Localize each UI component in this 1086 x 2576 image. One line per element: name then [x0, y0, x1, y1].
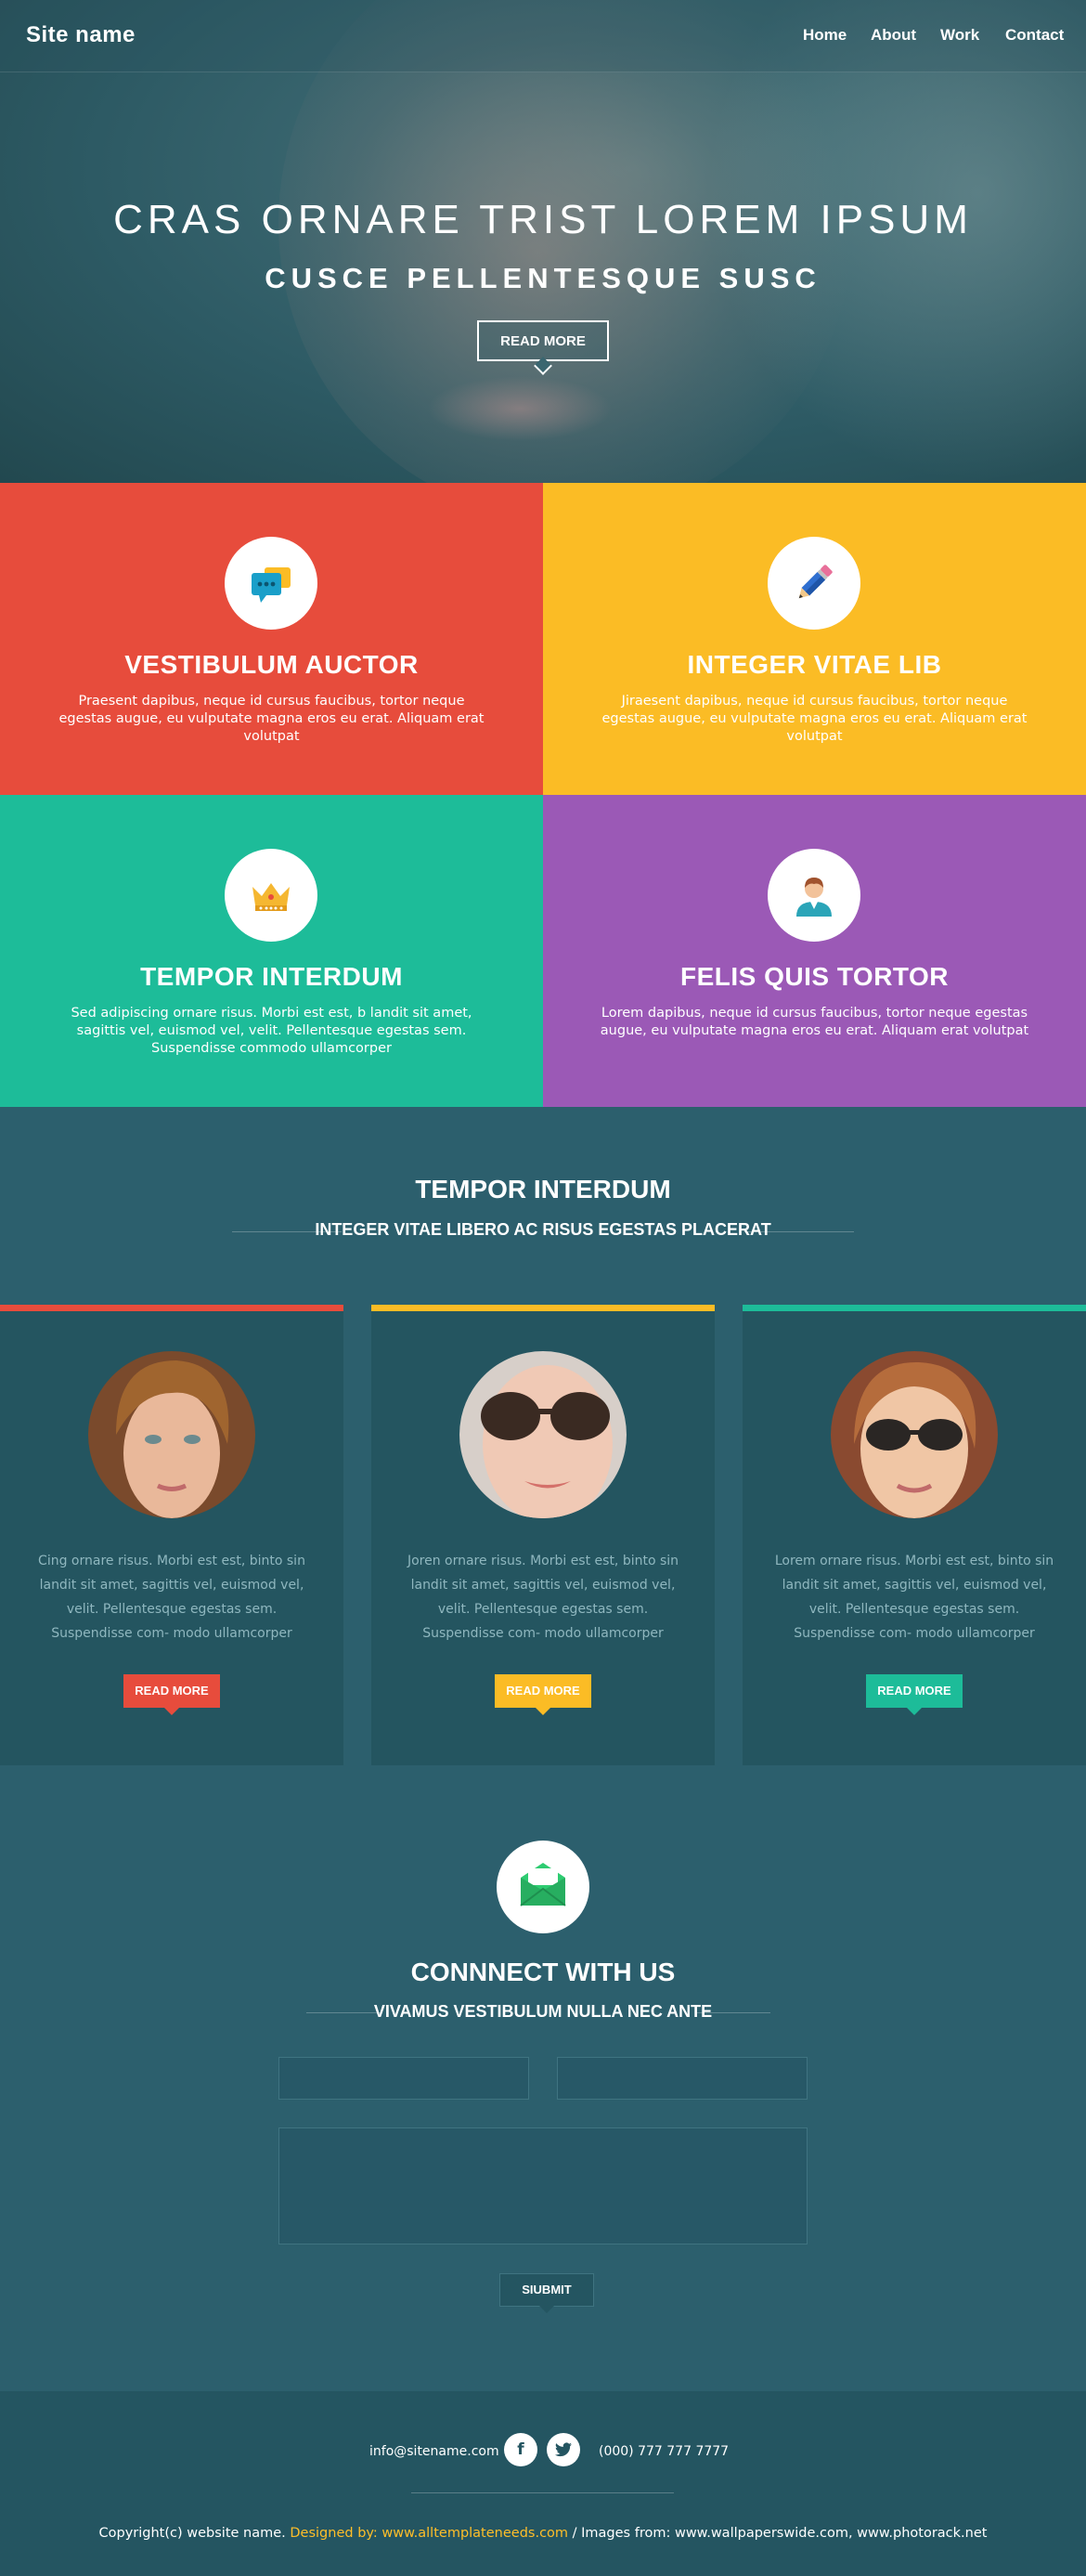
feature-text: Praesent dapibus, neque id cursus faucib… [58, 694, 485, 744]
nav-link-about[interactable]: About [871, 26, 916, 45]
feature-tile-2: INTEGER VITAE LIB Jiraesent dapibus, neq… [543, 483, 1086, 795]
footer-phone: (000) 777 777 7777 [599, 2444, 730, 2459]
chat-bubbles-icon [252, 567, 291, 603]
team-card-2: Joren ornare risus. Morbi est est, binto… [371, 1305, 715, 1765]
read-more-button[interactable]: READ MORE [866, 1674, 963, 1715]
nav-link-work[interactable]: Work [940, 26, 979, 45]
footer: info@sitename.com f (000) 777 777 7777 C… [0, 2391, 1086, 2576]
crown-icon [252, 883, 290, 911]
feature-tile-4: FELIS QUIS TORTOR Lorem dapibus, neque i… [543, 795, 1086, 1107]
feature-text: Jiraesent dapibus, neque id cursus fauci… [601, 694, 1028, 744]
submit-button[interactable]: SIUBMIT [499, 2273, 594, 2313]
feature-title: FELIS QUIS TORTOR [679, 962, 950, 991]
facebook-icon[interactable]: f [504, 2433, 537, 2466]
feature-text: Sed adipiscing ornare risus. Morbi est e… [71, 1006, 472, 1056]
twitter-icon[interactable] [547, 2433, 580, 2466]
feature-tile-3: TEMPOR INTERDUM Sed adipiscing ornare ri… [0, 795, 543, 1107]
team-section-subtitle: INTEGER VITAE LIBERO AC RISUS EGESTAS PL… [315, 1220, 771, 1239]
team-card-text: Joren ornare risus. Morbi est est, binto… [407, 1554, 679, 1641]
hero-subtitle: CUSCE PELLENTESQUE SUSC [265, 262, 821, 294]
feature-title: TEMPOR INTERDUM [140, 962, 403, 991]
user-icon [796, 878, 832, 917]
email-input[interactable] [557, 2057, 808, 2100]
team-card-text: Lorem ornare risus. Morbi est est, binto… [774, 1554, 1054, 1641]
team-card-text: Cing ornare risus. Morbi est est, binto … [38, 1554, 305, 1641]
nav-link-home[interactable]: Home [803, 26, 847, 45]
read-more-button[interactable]: READ MORE [123, 1674, 220, 1715]
divider [411, 2492, 674, 2493]
feature-title: VESTIBULUM AUCTOR [124, 650, 419, 679]
portrait-photo [831, 1351, 998, 1518]
feature-title: INTEGER VITAE LIB [687, 650, 942, 679]
team-section-title: TEMPOR INTERDUM [415, 1175, 671, 1203]
team-card-1: Cing ornare risus. Morbi est est, binto … [0, 1305, 343, 1765]
portrait-photo [459, 1351, 627, 1518]
site-name-logo[interactable]: Site name [26, 22, 136, 48]
footer-email[interactable]: info@sitename.com [369, 2444, 499, 2459]
envelope-circle [497, 1841, 589, 1933]
portrait-photo [88, 1351, 255, 1518]
name-input[interactable] [278, 2057, 529, 2100]
top-navigation: Site name Home About Work Contact [0, 0, 1086, 72]
message-textarea[interactable] [278, 2127, 808, 2244]
designer-link[interactable]: Designed by: www.alltemplateneeds.com [290, 2526, 568, 2541]
hero-banner: Site name Home About Work Contact CRAS O… [0, 0, 1086, 483]
pencil-icon [798, 565, 833, 599]
feature-text: Lorem dapibus, neque id cursus faucibus,… [600, 1006, 1029, 1038]
contact-section-title: CONNNECT WITH US [410, 1958, 676, 1986]
copyright-line: Copyright(c) website name. Designed by: … [98, 2526, 988, 2541]
read-more-button[interactable]: READ MORE [495, 1674, 591, 1715]
hero-button-label: READ MORE [500, 333, 586, 349]
envelope-icon [520, 1863, 566, 1906]
team-card-3: Lorem ornare risus. Morbi est est, binto… [743, 1305, 1086, 1765]
feature-tile-1: VESTIBULUM AUCTOR Praesent dapibus, nequ… [0, 483, 543, 795]
hero-read-more-button[interactable]: READ MORE [477, 320, 609, 375]
nav-link-contact[interactable]: Contact [1005, 26, 1064, 45]
contact-section-subtitle: VIVAMUS VESTIBULUM NULLA NEC ANTE [373, 2002, 713, 2021]
hero-title: CRAS ORNARE TRIST LOREM IPSUM [113, 197, 973, 242]
